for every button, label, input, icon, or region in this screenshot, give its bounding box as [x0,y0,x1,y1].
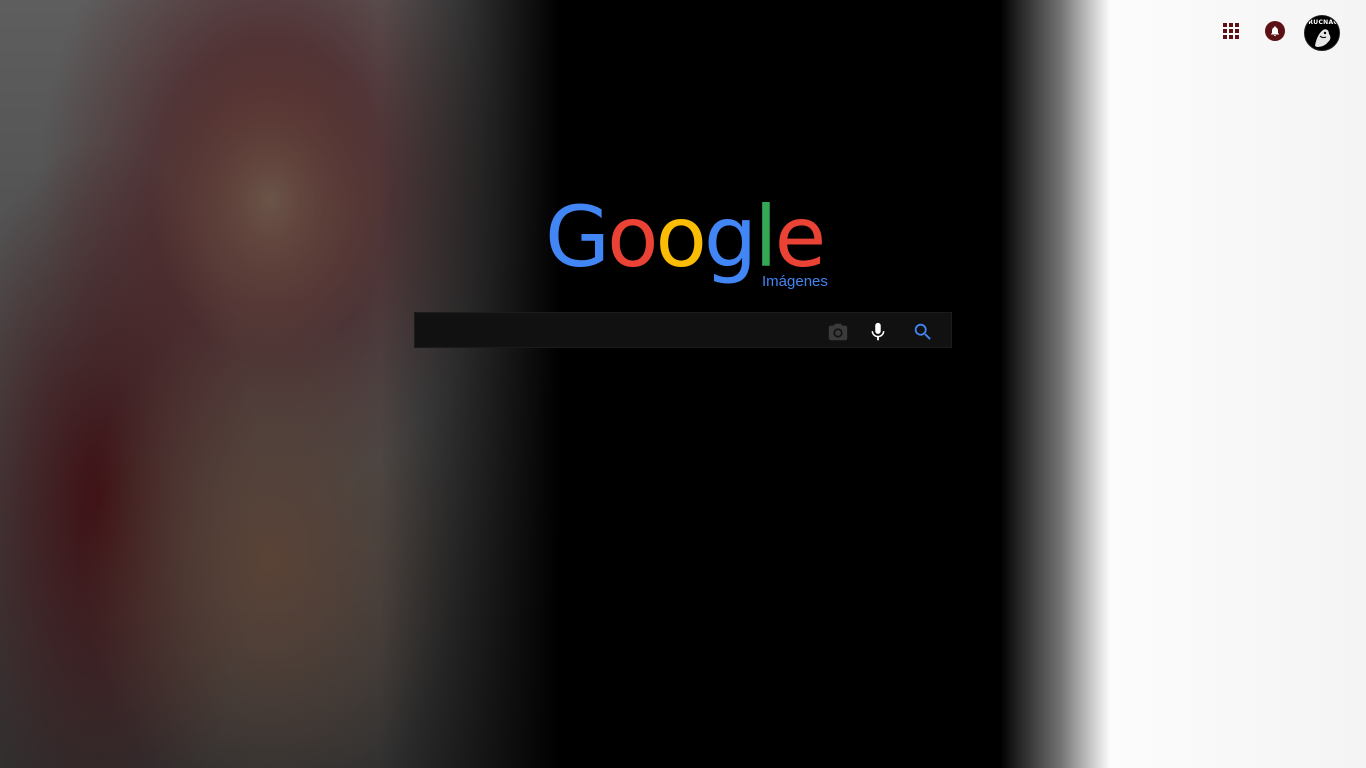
theme-fade-left [380,0,560,768]
account-avatar[interactable]: IRUCNAC [1304,15,1340,51]
camera-icon [828,323,848,341]
microphone-icon [871,322,885,341]
search-input[interactable] [425,313,824,349]
avatar-image [1315,29,1331,47]
theme-fade-right [1000,0,1110,768]
search-by-image-button[interactable] [827,321,849,343]
magnifier-icon [914,323,931,340]
voice-search-button[interactable] [867,321,889,343]
google-logo: Google [545,188,823,286]
page: IRUCNAC Google Imágenes [0,0,1366,768]
search-box[interactable] [414,312,952,349]
notifications-button[interactable] [1265,21,1285,41]
apps-grid-icon[interactable] [1219,19,1243,43]
bell-icon [1271,26,1279,36]
search-button[interactable] [912,321,934,343]
logo-subtitle: Imágenes [762,273,828,290]
svg-text:Google: Google [545,188,823,286]
